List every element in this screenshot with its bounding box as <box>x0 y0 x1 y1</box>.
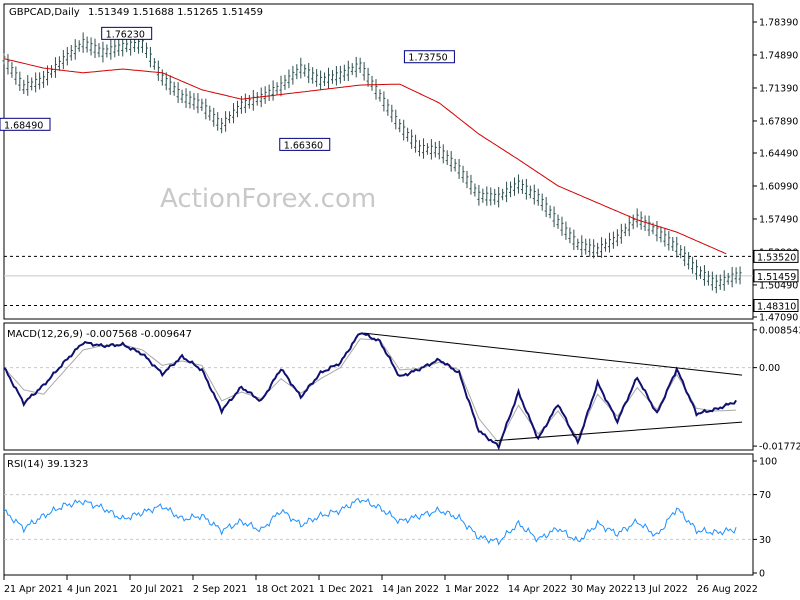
price-annotation-label: 1.68490 <box>4 120 43 131</box>
rsi-y-tick-label: 30 <box>759 535 771 546</box>
chart-area: ActionForex.com GBPCAD,Daily 1.51349 1.5… <box>0 3 800 595</box>
price-moving-average <box>3 58 727 255</box>
x-tick-label: 4 Jun 2021 <box>67 584 118 595</box>
macd-title: MACD(12,26,9) -0.007568 -0.009647 <box>7 329 192 340</box>
price-y-tick-label: 1.60990 <box>759 181 798 192</box>
x-tick-label: 1 Mar 2022 <box>445 584 499 595</box>
rsi-y-tick-label: 70 <box>759 490 771 501</box>
x-tick-label: 30 May 2022 <box>571 584 633 595</box>
price-y-tick-label: 1.71390 <box>759 83 798 94</box>
rsi-y-tick-label: 100 <box>759 457 777 468</box>
price-y-tick-label: 1.74890 <box>759 50 798 61</box>
rsi-y-tick-label: 0 <box>759 569 765 580</box>
rsi-lines <box>3 497 737 546</box>
price-y-tick-label: 1.78390 <box>759 18 798 29</box>
x-tick-label: 2 Sep 2021 <box>193 584 247 595</box>
price-annotation-label: 1.73750 <box>408 53 447 64</box>
rsi-y-axis: 100 70 30 0 <box>4 457 777 580</box>
price-y-tick-label: 1.47090 <box>759 313 798 324</box>
x-tick-label: 13 Jul 2022 <box>634 584 688 595</box>
chart-header-symbol: GBPCAD,Daily <box>9 7 80 18</box>
macd-y-tick-label: -0.017722 <box>759 442 800 453</box>
rsi-line <box>3 497 737 546</box>
x-tick-label: 20 Jul 2021 <box>130 584 184 595</box>
macd-y-tick-label: 0.00 <box>759 363 780 374</box>
macd-panel: MACD(12,26,9) -0.007568 -0.009647 0.0085… <box>3 322 800 453</box>
x-tick-label: 21 Apr 2021 <box>4 584 63 595</box>
chart-header-ohlc: 1.51349 1.51688 1.51265 1.51459 <box>88 7 263 18</box>
watermark: ActionForex.com <box>160 184 376 214</box>
level-label: 1.48310 <box>757 302 796 313</box>
price-annotation-label: 1.66360 <box>284 140 323 151</box>
price-y-tick-label: 1.57490 <box>759 214 798 225</box>
rsi-title: RSI(14) 39.1323 <box>7 459 88 470</box>
price-panel: GBPCAD,Daily 1.51349 1.51688 1.51265 1.5… <box>0 3 799 324</box>
x-tick-label: 14 Apr 2022 <box>508 584 567 595</box>
x-axis: 21 Apr 2021 4 Jun 2021 20 Jul 2021 2 Sep 20… <box>3 575 758 595</box>
current-price-label: 1.51459 <box>757 272 796 283</box>
moving-average-line <box>3 58 727 255</box>
macd-y-tick-label: 0.008543 <box>759 325 800 336</box>
x-tick-label: 14 Jan 2022 <box>382 584 439 595</box>
price-y-tick-label: 1.67890 <box>759 116 798 127</box>
price-y-tick-label: 1.64490 <box>759 149 798 160</box>
price-bars <box>2 32 742 294</box>
price-annotations: 1.76230 1.66360 1.73750 1.68490 <box>0 26 455 151</box>
price-annotation-label: 1.76230 <box>106 29 145 40</box>
macd-lines <box>3 332 743 451</box>
x-tick-label: 18 Oct 2021 <box>256 584 315 595</box>
x-tick-label: 1 Dec 2021 <box>319 584 374 595</box>
x-tick-label: 26 Aug 2022 <box>697 584 758 595</box>
rsi-panel: RSI(14) 39.1323 100 70 30 0 <box>3 453 777 580</box>
level-label: 1.53520 <box>757 252 796 263</box>
price-levels: 1.53520 1.48310 1.51459 <box>4 249 799 313</box>
macd-signal-line <box>3 338 737 444</box>
